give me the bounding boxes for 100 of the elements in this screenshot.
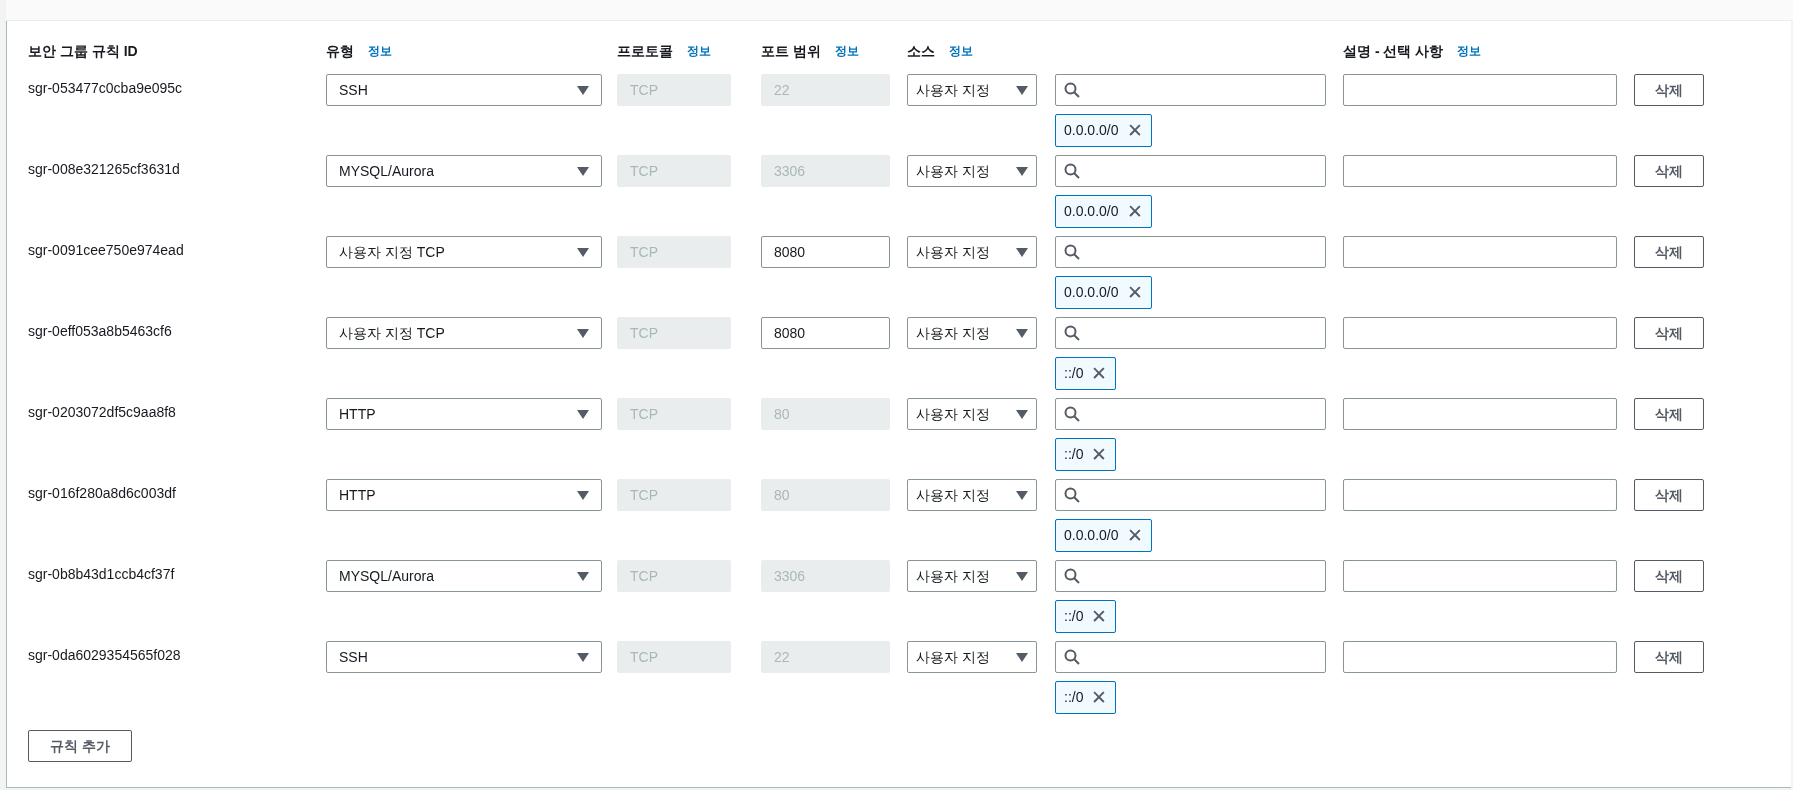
delete-button[interactable]: 삭제 [1634, 641, 1704, 673]
cidr-text: 0.0.0.0/0 [1064, 526, 1119, 545]
column-header: 프로토콜 [617, 41, 673, 61]
search-field[interactable] [1055, 398, 1326, 430]
cidr-text: 0.0.0.0/0 [1064, 202, 1119, 221]
column-header: 소스 [907, 41, 935, 61]
input-field[interactable]: 8080 [761, 236, 890, 268]
description-field[interactable] [1343, 641, 1617, 673]
column-header: 포트 범위 [761, 41, 821, 61]
source-dropdown[interactable]: 사용자 지정 [907, 236, 1037, 268]
info-link[interactable]: 정보 [687, 42, 711, 60]
search-field[interactable] [1055, 74, 1326, 106]
source-dropdown[interactable]: 사용자 지정 [907, 479, 1037, 511]
info-link[interactable]: 정보 [368, 42, 392, 60]
cidr-text: 0.0.0.0/0 [1064, 283, 1119, 302]
caret-icon [1016, 652, 1028, 662]
description-field[interactable] [1343, 479, 1617, 511]
cidr-text: 0.0.0.0/0 [1064, 121, 1119, 140]
search-field[interactable] [1055, 641, 1326, 673]
search-field[interactable] [1055, 155, 1326, 187]
info-link[interactable]: 정보 [949, 42, 973, 60]
close-button[interactable]: ✕ [1091, 364, 1108, 383]
column-header: 유형 [326, 41, 354, 61]
caret-icon [577, 652, 589, 662]
close-button[interactable]: ✕ [1126, 202, 1143, 221]
search-field[interactable] [1055, 317, 1326, 349]
description-field[interactable] [1343, 317, 1617, 349]
search-field[interactable] [1055, 236, 1326, 268]
delete-button[interactable]: 삭제 [1634, 74, 1704, 106]
source-dropdown[interactable]: 사용자 지정 [907, 317, 1037, 349]
source-dropdown[interactable]: 사용자 지정 [907, 74, 1037, 106]
input-field[interactable]: 8080 [761, 317, 890, 349]
source-dropdown[interactable]: 사용자 지정 [907, 560, 1037, 592]
rule-id: sgr-008e321265cf3631d [28, 161, 180, 177]
search-icon [1064, 82, 1080, 98]
caret-icon [577, 409, 589, 419]
description-field[interactable] [1343, 236, 1617, 268]
type-dropdown[interactable]: HTTP [326, 398, 602, 430]
type-dropdown[interactable]: HTTP [326, 479, 602, 511]
delete-button[interactable]: 삭제 [1634, 479, 1704, 511]
add-rule-button[interactable]: 규칙 추가 [28, 730, 132, 762]
type-dropdown[interactable]: MYSQL/Aurora [326, 155, 602, 187]
close-button[interactable]: ✕ [1091, 688, 1108, 707]
type-dropdown[interactable]: 사용자 지정 TCP [326, 317, 602, 349]
delete-button[interactable]: 삭제 [1634, 236, 1704, 268]
search-icon [1064, 487, 1080, 503]
type-dropdown[interactable]: 사용자 지정 TCP [326, 236, 602, 268]
description-field[interactable] [1343, 560, 1617, 592]
close-button[interactable]: ✕ [1091, 607, 1108, 626]
delete-button[interactable]: 삭제 [1634, 155, 1704, 187]
rule-id: sgr-016f280a8d6c003df [28, 485, 176, 501]
delete-button[interactable]: 삭제 [1634, 560, 1704, 592]
column-header: 설명 - 선택 사항 [1343, 41, 1444, 61]
delete-button[interactable]: 삭제 [1634, 398, 1704, 430]
source-dropdown[interactable]: 사용자 지정 [907, 155, 1037, 187]
search-icon [1064, 325, 1080, 341]
caret-icon [1016, 571, 1028, 581]
caret-icon [577, 490, 589, 500]
rule-id: sgr-0da6029354565f028 [28, 647, 181, 663]
type-dropdown[interactable]: MYSQL/Aurora [326, 560, 602, 592]
rule-id: sgr-0b8b43d1ccb4cf37f [28, 566, 175, 582]
description-field[interactable] [1343, 74, 1617, 106]
close-button[interactable]: ✕ [1126, 526, 1143, 545]
search-icon [1064, 649, 1080, 665]
close-button[interactable]: ✕ [1126, 121, 1143, 140]
caret-icon [1016, 247, 1028, 257]
search-field[interactable] [1055, 479, 1326, 511]
description-field[interactable] [1343, 155, 1617, 187]
search-icon [1064, 406, 1080, 422]
close-button[interactable]: ✕ [1091, 445, 1108, 464]
search-icon [1064, 568, 1080, 584]
cidr-text: ::/0 [1064, 364, 1084, 383]
type-dropdown[interactable]: SSH [326, 74, 602, 106]
caret-icon [577, 247, 589, 257]
rule-id: sgr-0203072df5c9aa8f8 [28, 404, 176, 420]
rule-id: sgr-053477c0cba9e095c [28, 80, 183, 96]
caret-icon [577, 166, 589, 176]
caret-icon [1016, 328, 1028, 338]
type-dropdown[interactable]: SSH [326, 641, 602, 673]
caret-icon [577, 328, 589, 338]
caret-icon [1016, 409, 1028, 419]
caret-icon [577, 571, 589, 581]
search-field[interactable] [1055, 560, 1326, 592]
column-header: 보안 그룹 규칙 ID [28, 41, 138, 61]
cidr-text: ::/0 [1064, 607, 1084, 626]
search-icon [1064, 163, 1080, 179]
delete-button[interactable]: 삭제 [1634, 317, 1704, 349]
caret-icon [1016, 490, 1028, 500]
rule-id: sgr-0091cee750e974ead [28, 242, 184, 258]
search-icon [1064, 244, 1080, 260]
cidr-text: ::/0 [1064, 688, 1084, 707]
info-link[interactable]: 정보 [1457, 42, 1482, 60]
description-field[interactable] [1343, 398, 1617, 430]
source-dropdown[interactable]: 사용자 지정 [907, 641, 1037, 673]
cidr-text: ::/0 [1064, 445, 1084, 464]
source-dropdown[interactable]: 사용자 지정 [907, 398, 1037, 430]
caret-icon [1016, 166, 1028, 176]
info-link[interactable]: 정보 [834, 42, 859, 60]
rule-id: sgr-0eff053a8b5463cf6 [28, 323, 172, 339]
close-button[interactable]: ✕ [1126, 283, 1143, 302]
